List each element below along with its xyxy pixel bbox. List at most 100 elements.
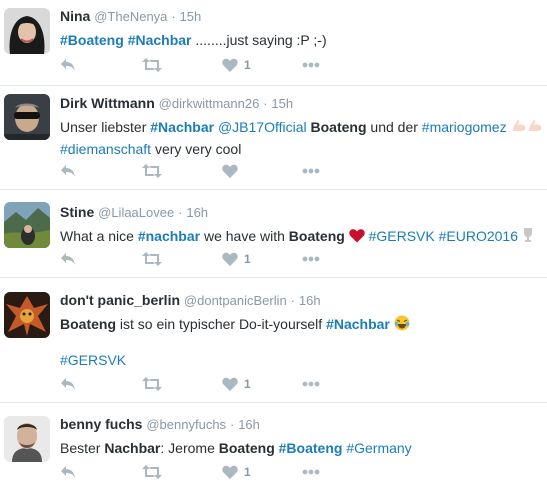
reply-button[interactable] [60,463,76,481]
tweet[interactable]: don't panic_berlin @dontpanicBerlin · 16… [0,278,547,403]
display-name[interactable]: Nina [60,8,90,24]
tweet[interactable]: Dirk Wittmann @dirkwittmann26 · 15h Unse… [0,86,547,190]
like-icon [222,465,238,479]
tweet-text-line-2: #diemanschaft very very cool [60,139,547,159]
like-button[interactable]: 1 [222,375,251,393]
tweet-actions: 1 [60,56,360,74]
avatar[interactable] [4,202,50,248]
retweet-button[interactable] [142,56,162,74]
reply-icon [61,466,75,478]
tweet[interactable]: Nina @TheNenya · 15h #Boateng #Nachbar .… [0,0,547,86]
display-name[interactable]: Dirk Wittmann [60,95,155,111]
retweet-button[interactable] [142,162,162,180]
hashtag-link[interactable]: #Boateng [279,440,343,456]
like-button[interactable]: 1 [222,56,251,74]
text-segment: : Jerome [160,440,219,456]
retweet-icon [142,252,162,266]
reply-icon [61,253,75,265]
avatar[interactable] [4,8,50,54]
reply-button[interactable] [60,250,76,268]
hashtag-link[interactable]: #EURO2016 [439,228,518,244]
user-handle[interactable]: @bennyfuchs [146,417,226,432]
tweet[interactable]: benny fuchs @bennyfuchs · 16h Bester Nac… [0,403,547,489]
mention-link[interactable]: @JB17Official [218,119,307,135]
separator-dot: · [178,205,183,220]
more-button[interactable] [302,375,320,393]
user-handle[interactable]: @dontpanicBerlin [184,293,287,308]
hashtag-link[interactable]: #nachbar [138,228,200,244]
more-button[interactable] [302,162,320,180]
timestamp[interactable]: 16h [186,205,208,220]
keyword-bold: Nachbar [104,440,161,456]
user-handle[interactable]: @dirkwittmann26 [159,96,260,111]
like-button[interactable] [222,162,238,180]
user-handle[interactable]: @LilaaLovee [98,205,174,220]
display-name[interactable]: Stine [60,204,94,220]
reply-icon [61,165,75,177]
display-name[interactable]: benny fuchs [60,416,142,432]
text-segment: und der [366,119,422,135]
like-icon [222,164,238,178]
hashtag-link[interactable]: #Nachbar [326,316,390,332]
keyword-bold: Boateng [310,119,367,135]
tweet-text: #Boateng #Nachbar ........just saying :P… [60,30,547,50]
tweet[interactable]: Stine @LilaaLovee · 16h What a nice #nac… [0,190,547,278]
red-heart-emoji-icon [349,228,365,248]
reply-icon [61,59,75,71]
hashtag-link[interactable]: #Germany [346,440,411,456]
user-handle[interactable]: @TheNenya [94,9,167,24]
text-segment: What a nice [60,228,138,244]
tweet-text-line-2: #GERSVK [60,350,547,370]
text-segment: Bester [60,440,105,456]
retweet-button[interactable] [142,463,162,481]
reply-button[interactable] [60,56,76,74]
retweet-icon [142,465,162,479]
separator-dot: · [229,417,235,432]
keyword-bold: Boateng [288,228,345,244]
more-icon [302,381,320,387]
like-count: 1 [244,58,251,72]
timestamp[interactable]: 16h [238,417,260,432]
like-icon [222,377,238,391]
avatar[interactable] [4,94,50,140]
hashtag-link[interactable]: #GERSVK [60,352,126,368]
avatar[interactable] [4,292,50,338]
tweet-text: Boateng ist so ein typischer Do-it-yours… [60,314,547,336]
hashtag-link[interactable]: #Nachbar [128,32,192,48]
more-button[interactable] [302,463,320,481]
like-button[interactable]: 1 [222,250,251,268]
text-segment: we have with [200,228,289,244]
hashtag-link[interactable]: #Nachbar [150,119,214,135]
text-segment: ........just saying :P ;-) [191,32,327,48]
like-count: 1 [244,465,251,479]
more-icon [302,256,320,262]
avatar[interactable] [4,416,50,462]
reply-button[interactable] [60,375,76,393]
more-button[interactable] [302,250,320,268]
timestamp[interactable]: 15h [271,96,293,111]
hashtag-link[interactable]: #Boateng [60,32,124,48]
tweet-actions [60,162,360,180]
more-icon [302,168,320,174]
text-segment: very very cool [151,141,242,157]
retweet-icon [142,164,162,178]
retweet-button[interactable] [142,375,162,393]
display-name[interactable]: don't panic_berlin [60,292,180,308]
more-button[interactable] [302,56,320,74]
like-button[interactable]: 1 [222,463,251,481]
tweet-actions: 1 [60,250,360,268]
keyword-bold: Boateng [60,316,116,332]
hashtag-link[interactable]: #GERSVK [369,228,435,244]
hashtag-link[interactable]: #diemanschaft [60,141,151,157]
timestamp[interactable]: 15h [180,9,202,24]
reply-icon [61,378,75,390]
retweet-button[interactable] [142,250,162,268]
tweet-actions: 1 [60,375,360,393]
hashtag-link[interactable]: #mariogomez [422,119,507,135]
text-segment: Unser liebster [60,119,151,135]
separator-dot: · [171,9,176,24]
reply-button[interactable] [60,162,76,180]
tweet-text: What a nice #nachbar we have with Boaten… [60,226,547,248]
separator-dot: · [263,96,268,111]
timestamp[interactable]: 16h [299,293,321,308]
